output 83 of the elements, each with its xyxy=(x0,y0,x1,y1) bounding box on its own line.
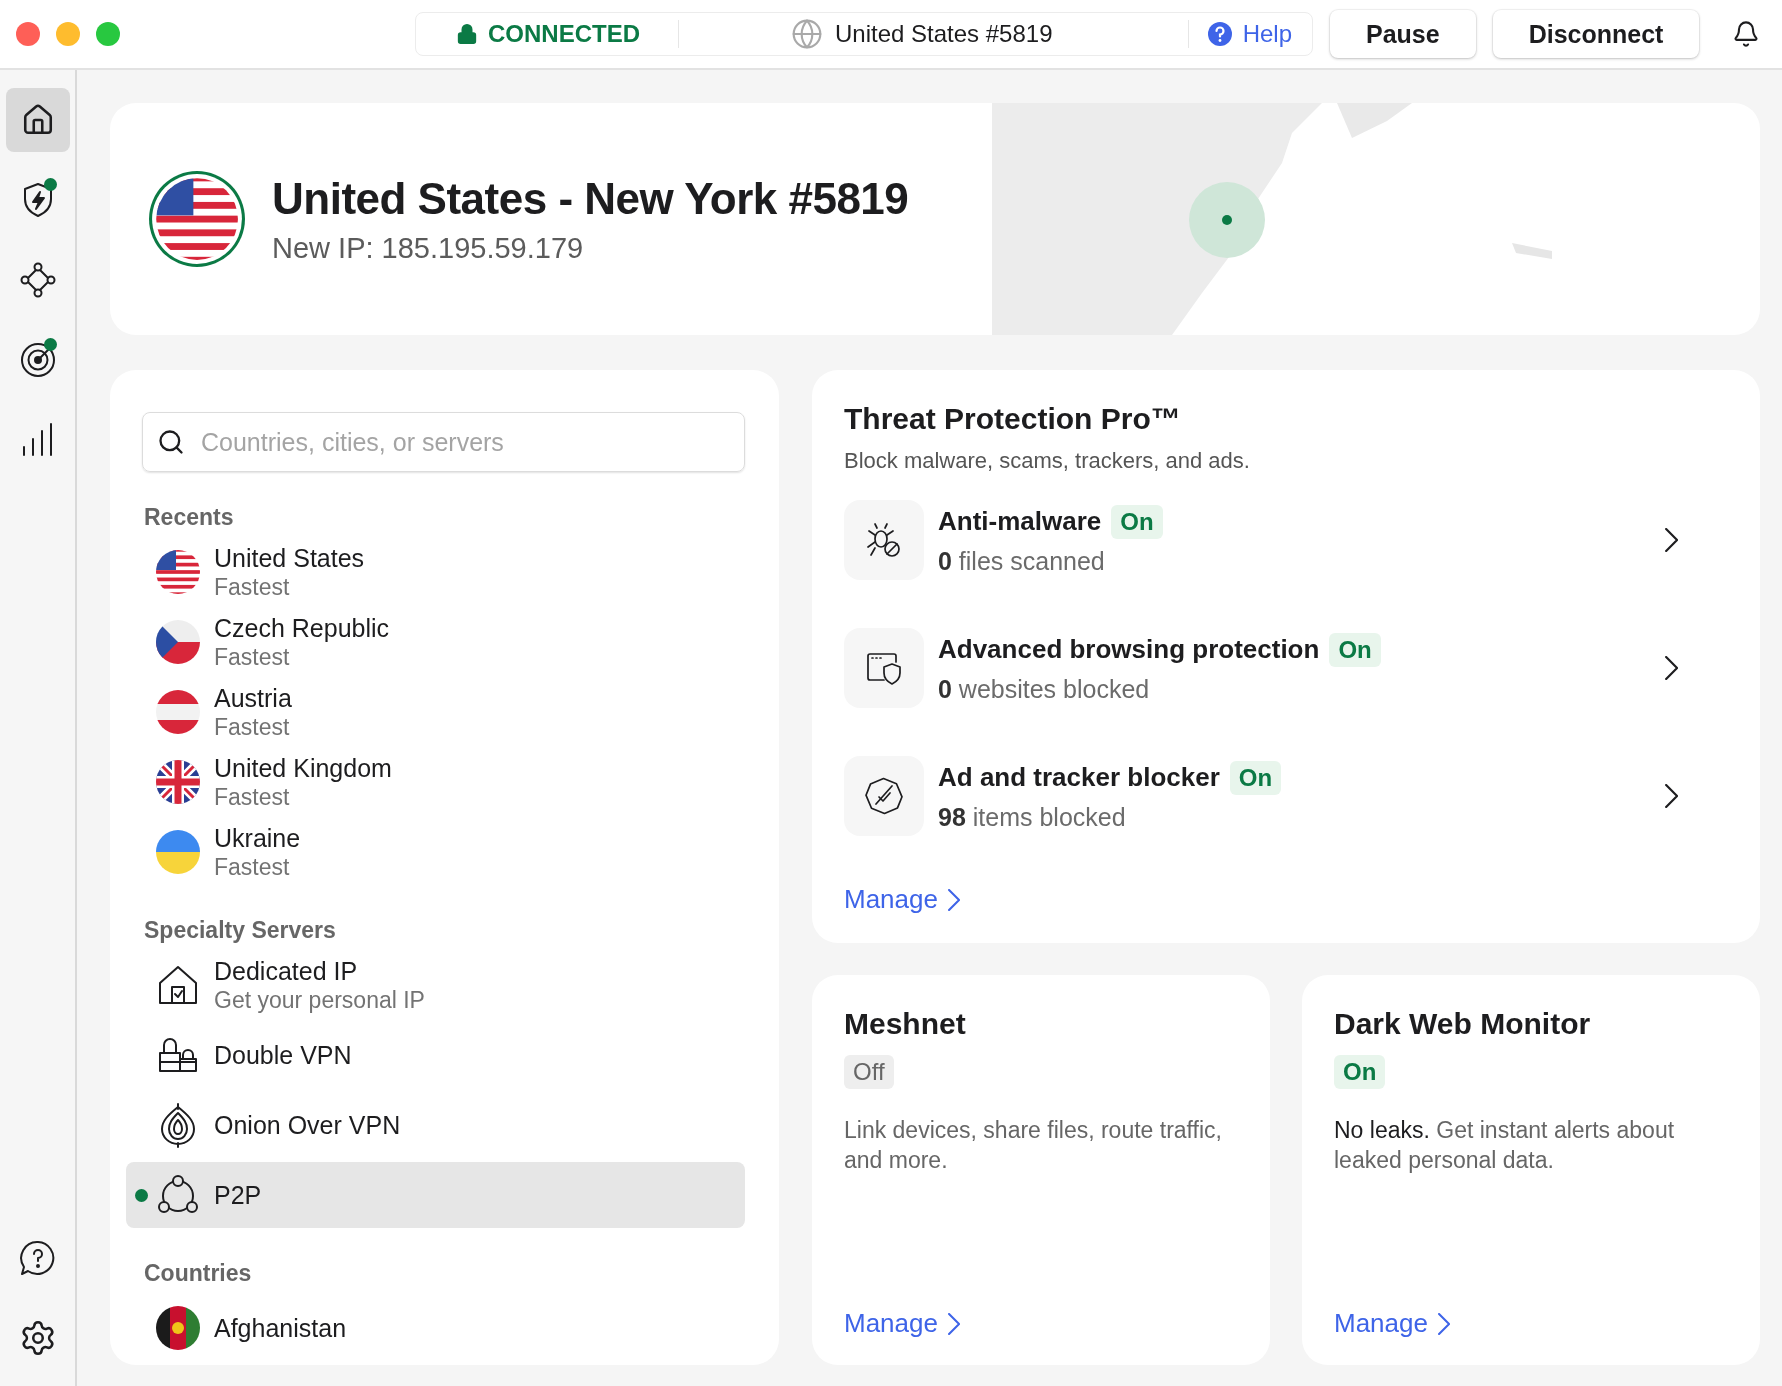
server-name: Ukraine xyxy=(214,823,301,853)
nav-button[interactable] xyxy=(5,88,70,152)
disconnect-button[interactable]: Disconnect xyxy=(1492,10,1700,58)
status-tag: On xyxy=(1111,504,1163,539)
help-bubble-icon xyxy=(18,1239,57,1277)
server-row[interactable]: Czech Republic Fastest xyxy=(126,609,745,675)
search-field[interactable]: Countries, cities, or servers xyxy=(142,412,745,472)
server-name: Austria xyxy=(214,683,292,713)
chevron-icon xyxy=(947,1312,961,1335)
server-row[interactable]: Onion Over VPN xyxy=(126,1092,745,1158)
server-row[interactable]: Ukraine Fastest xyxy=(126,819,745,885)
server-row[interactable]: P2P xyxy=(126,1162,745,1228)
status-tag: On xyxy=(1329,632,1381,667)
chevron-icon xyxy=(1664,784,1678,808)
help-icon xyxy=(1206,21,1233,47)
server-name: United States xyxy=(214,543,365,573)
status-tag: On xyxy=(1334,1055,1386,1089)
server-row[interactable]: Double VPN xyxy=(126,1022,745,1088)
help-link[interactable]: Help xyxy=(1188,20,1312,48)
server-name: Double VPN xyxy=(214,1040,352,1070)
server-name: Afghanistan xyxy=(214,1313,347,1343)
search-icon xyxy=(157,428,185,456)
card-description: Link devices, share files, route traffic, and more. xyxy=(844,1116,1223,1175)
feature-count: 0 websites blocked xyxy=(938,674,1151,704)
flag-icon xyxy=(154,688,202,736)
search-input[interactable]: Countries, cities, or servers xyxy=(199,426,730,458)
pause-button[interactable]: Pause xyxy=(1330,10,1476,58)
server-detail: Fastest xyxy=(214,783,291,811)
server-name: Dedicated IP xyxy=(214,956,359,986)
section-heading: Recents xyxy=(143,503,235,532)
server-detail: Fastest xyxy=(214,643,291,671)
card-title: Threat Protection Pro™ xyxy=(844,402,1182,436)
globe-icon xyxy=(791,18,823,50)
server-name: United Kingdom xyxy=(214,753,392,783)
close-window-button[interactable] xyxy=(16,22,40,46)
server-name: United States #5819 xyxy=(835,20,1053,48)
card-subtitle: Block malware, scams, trackers, and ads. xyxy=(844,448,1251,474)
manage-link[interactable]: Manage xyxy=(844,884,961,915)
server-title: United States - New York #5819 xyxy=(272,173,910,224)
lock-icon xyxy=(456,23,478,45)
server-name: Onion Over VPN xyxy=(214,1110,401,1140)
server-row[interactable]: Afghanistan xyxy=(126,1295,745,1361)
flag-icon xyxy=(154,548,202,596)
feature-row[interactable]: Advanced browsing protection On 0 websites blocked xyxy=(844,628,1728,708)
server-row[interactable]: Dedicated IP Get your personal IP xyxy=(126,952,745,1018)
server-name: Czech Republic xyxy=(214,613,390,643)
section-heading: Specialty Servers xyxy=(143,916,337,945)
server-detail: Fastest xyxy=(214,573,291,601)
manage-link[interactable]: Manage xyxy=(1334,1308,1451,1339)
server-row[interactable]: United States Fastest xyxy=(126,539,745,605)
server-detail: Get your personal IP xyxy=(214,986,425,1014)
feature-name: Anti-malware xyxy=(938,506,1102,537)
server-detail: Fastest xyxy=(214,853,291,881)
notifications-bell-icon[interactable] xyxy=(1732,20,1760,48)
card-title: Meshnet xyxy=(844,1007,967,1041)
card-description: No leaks. Get instant alerts about leaked personal data. xyxy=(1334,1116,1676,1175)
chevron-icon xyxy=(1437,1312,1451,1335)
card-title: Dark Web Monitor xyxy=(1334,1007,1592,1041)
server-row[interactable]: Austria Fastest xyxy=(126,679,745,745)
feature-count: 0 files scanned xyxy=(938,546,1106,576)
connected-dot xyxy=(135,1188,148,1202)
ip-address: New IP: 185.195.59.179 xyxy=(272,231,585,265)
chevron-icon xyxy=(1664,528,1678,552)
status-tag: Off xyxy=(844,1055,894,1089)
server-row[interactable]: United Kingdom Fastest xyxy=(126,749,745,815)
feature-count: 98 items blocked xyxy=(938,802,1127,832)
flag-icon xyxy=(154,1304,202,1352)
flag-icon xyxy=(148,170,246,268)
chevron-icon xyxy=(947,888,961,911)
connection-status: CONNECTED xyxy=(488,20,640,48)
status-tag: On xyxy=(1229,760,1282,795)
server-detail: Fastest xyxy=(214,713,291,741)
flag-icon xyxy=(154,618,202,666)
chevron-icon xyxy=(1664,656,1678,680)
feature-name: Advanced browsing protection xyxy=(938,634,1320,665)
feature-row[interactable]: Ad and tracker blocker On 98 items blocked xyxy=(844,756,1728,836)
section-heading: Countries xyxy=(143,1259,253,1288)
feature-name: Ad and tracker blocker xyxy=(938,762,1220,793)
feature-row[interactable]: Anti-malware On 0 files scanned xyxy=(844,500,1728,580)
server-name: P2P xyxy=(214,1180,262,1210)
flag-icon xyxy=(154,828,202,876)
blocked-badge-icon xyxy=(864,776,904,816)
manage-link[interactable]: Manage xyxy=(844,1308,961,1339)
